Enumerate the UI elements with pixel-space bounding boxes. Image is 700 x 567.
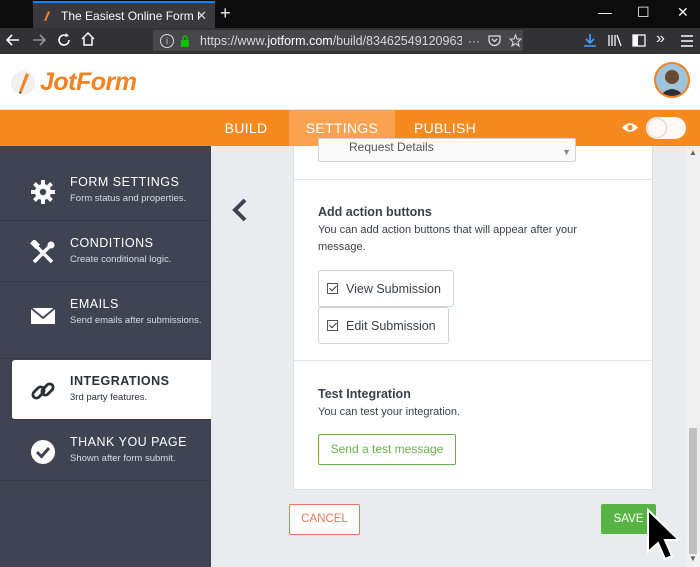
preview-toggle[interactable] xyxy=(646,117,686,139)
browser-tab[interactable]: The Easiest Online Form Builder ✕ xyxy=(33,1,215,28)
back-chevron-icon[interactable] xyxy=(232,198,248,222)
link-icon xyxy=(31,382,55,400)
sidebar-item-form-settings[interactable]: FORM SETTINGS Form status and properties… xyxy=(0,161,211,221)
cancel-button[interactable]: CANCEL xyxy=(289,504,360,535)
chevron-down-icon: ▼ xyxy=(562,147,571,157)
jotform-favicon-icon xyxy=(44,10,50,21)
scroll-down-icon[interactable]: ▼ xyxy=(689,554,697,563)
bookmark-star-icon[interactable] xyxy=(509,34,522,47)
window-close-icon[interactable]: ✕ xyxy=(677,4,689,21)
action-buttons-desc: You can add action buttons that will app… xyxy=(318,224,577,253)
sidebar-item-desc: 3rd party features. xyxy=(70,392,148,403)
sidebar-item-desc: Send emails after submissions. xyxy=(70,315,202,326)
sidebar-item-title: FORM SETTINGS xyxy=(70,175,180,189)
logo-text: JotForm xyxy=(40,68,137,96)
preview-eye-icon[interactable] xyxy=(621,121,639,134)
test-integration-desc: You can test your integration. xyxy=(318,406,461,418)
sidebar-item-desc: Form status and properties. xyxy=(70,193,187,204)
button-label: Edit Submission xyxy=(346,318,436,333)
sidebar-item-conditions[interactable]: CONDITIONS Create conditional logic. xyxy=(0,222,211,282)
scroll-up-icon[interactable]: ▲ xyxy=(689,148,697,157)
download-icon[interactable] xyxy=(583,33,597,48)
app-header: JotForm xyxy=(0,54,700,110)
integration-card: Request Details ▼ Add action buttons You… xyxy=(293,138,653,490)
user-avatar-icon xyxy=(656,64,688,96)
checkbox-icon xyxy=(327,320,338,331)
sidebar-item-title: CONDITIONS xyxy=(70,236,154,250)
home-icon[interactable] xyxy=(81,32,95,46)
sidebar-item-title: EMAILS xyxy=(70,297,119,311)
tab-build[interactable]: BUILD xyxy=(214,110,278,146)
toggle-knob xyxy=(648,119,666,137)
library-icon[interactable] xyxy=(608,34,622,47)
url-text: https://www.jotform.com/build/8346254912… xyxy=(200,33,462,48)
sidebar-icon[interactable] xyxy=(632,34,646,47)
sidebar-item-thank-you-page[interactable]: THANK YOU PAGE Shown after form submit. xyxy=(0,421,211,481)
jotform-logo[interactable]: JotForm xyxy=(10,68,137,97)
field-select[interactable]: Request Details ▼ xyxy=(318,138,576,162)
avatar[interactable] xyxy=(654,62,690,98)
pocket-icon[interactable] xyxy=(488,34,501,47)
sidebar-item-title: THANK YOU PAGE xyxy=(70,435,187,449)
test-integration-title: Test Integration xyxy=(318,387,411,401)
sidebar-item-desc: Create conditional logic. xyxy=(70,254,172,265)
envelope-icon xyxy=(30,307,56,324)
forward-arrow-icon[interactable] xyxy=(32,33,46,47)
page-scrollbar[interactable]: ▲ ▼ xyxy=(686,146,700,567)
gear-icon xyxy=(31,180,55,204)
browser-tab-bar: The Easiest Online Form Builder ✕ + — ☐ … xyxy=(0,0,700,28)
minimize-icon[interactable]: — xyxy=(598,4,612,20)
divider xyxy=(294,360,652,361)
address-bar[interactable]: i https://www.jotform.com/build/83462549… xyxy=(153,30,523,51)
maximize-icon[interactable]: ☐ xyxy=(637,4,650,21)
select-value: Request Details xyxy=(349,140,434,154)
page-actions-icon[interactable]: ··· xyxy=(468,34,480,48)
action-buttons-title: Add action buttons xyxy=(318,205,432,219)
integration-settings-panel: Request Details ▼ Add action buttons You… xyxy=(211,138,686,567)
sidebar-item-integrations[interactable]: INTEGRATIONS 3rd party features. xyxy=(12,360,211,420)
tab-title: The Easiest Online Form Builder xyxy=(61,8,199,23)
reload-icon[interactable] xyxy=(57,33,71,47)
send-test-message-button[interactable]: Send a test message xyxy=(318,434,456,465)
checkbox-icon xyxy=(327,283,338,294)
jotform-logo-icon xyxy=(11,70,35,95)
overflow-icon[interactable]: » xyxy=(656,30,665,48)
sidebar-item-desc: Shown after form submit. xyxy=(70,453,176,464)
button-label: View Submission xyxy=(346,281,441,296)
back-arrow-icon[interactable] xyxy=(6,33,20,47)
sidebar-item-title: INTEGRATIONS xyxy=(70,374,170,388)
browser-nav-bar: i https://www.jotform.com/build/83462549… xyxy=(0,28,700,54)
tools-icon xyxy=(30,240,55,264)
settings-sidebar: FORM SETTINGS Form status and properties… xyxy=(0,146,211,567)
checkmark-circle-icon xyxy=(31,440,55,464)
mouse-cursor-icon xyxy=(647,508,682,561)
sidebar-item-emails[interactable]: EMAILS Send emails after submissions. xyxy=(0,283,211,359)
divider xyxy=(294,179,652,180)
scroll-thumb[interactable] xyxy=(689,428,697,554)
edit-submission-button[interactable]: Edit Submission xyxy=(318,307,449,344)
new-tab-button[interactable]: + xyxy=(220,3,231,24)
menu-icon[interactable] xyxy=(680,35,694,47)
lock-icon xyxy=(181,34,189,47)
view-submission-button[interactable]: View Submission xyxy=(318,270,454,307)
site-info-icon[interactable]: i xyxy=(160,33,174,48)
tab-close-icon[interactable]: ✕ xyxy=(196,8,207,24)
